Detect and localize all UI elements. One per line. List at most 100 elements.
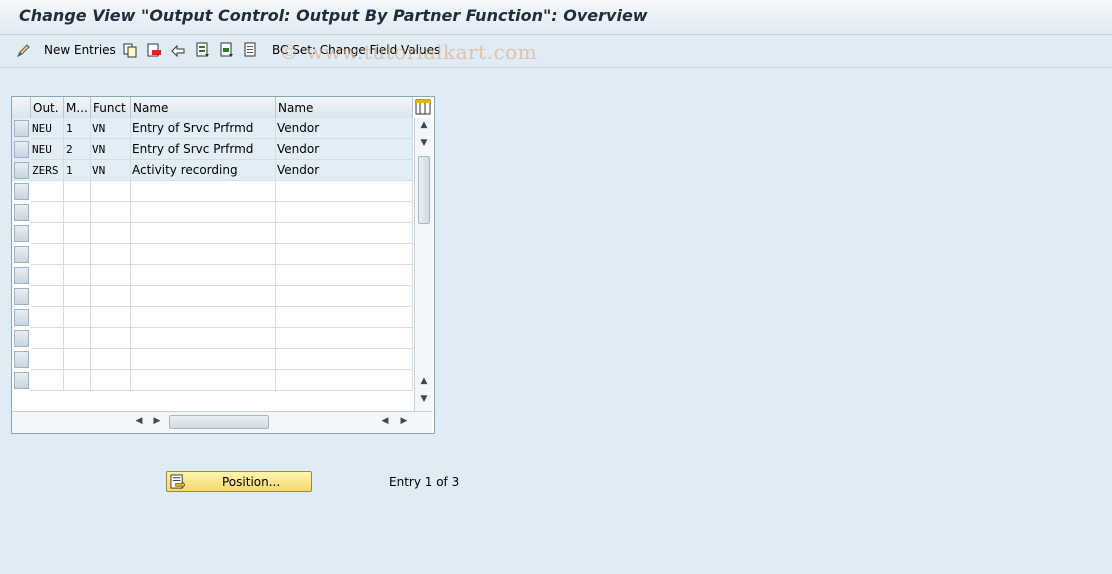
undo-change-icon[interactable] (170, 41, 186, 59)
row-selector[interactable] (14, 141, 29, 158)
select-block-icon[interactable] (219, 41, 235, 59)
delete-icon[interactable] (146, 41, 162, 59)
empty-cell[interactable] (131, 265, 276, 286)
empty-cell[interactable] (276, 223, 413, 244)
row-selector[interactable] (14, 330, 29, 347)
edit-pencil-icon[interactable] (16, 41, 32, 59)
empty-cell[interactable] (91, 328, 131, 349)
new-entries-button[interactable]: New Entries (44, 41, 116, 59)
scroll-page-down-icon[interactable]: ▼ (418, 394, 430, 404)
table-row-empty[interactable] (12, 202, 413, 223)
cell-function[interactable]: VN (91, 118, 131, 139)
row-selector[interactable] (14, 351, 29, 368)
row-selector[interactable] (14, 246, 29, 263)
empty-cell[interactable] (131, 307, 276, 328)
empty-cell[interactable] (131, 202, 276, 223)
empty-cell[interactable] (276, 244, 413, 265)
empty-cell[interactable] (91, 223, 131, 244)
empty-cell[interactable] (276, 370, 413, 391)
empty-cell[interactable] (31, 202, 64, 223)
table-row[interactable]: NEU 2 VN Entry of Srvc Prfrmd Vendor (12, 139, 413, 160)
empty-cell[interactable] (91, 286, 131, 307)
column-header-partner-name[interactable]: Name (276, 97, 413, 118)
empty-cell[interactable] (91, 370, 131, 391)
empty-cell[interactable] (91, 265, 131, 286)
column-header-medium[interactable]: M... (64, 97, 91, 118)
empty-cell[interactable] (91, 202, 131, 223)
empty-cell[interactable] (131, 328, 276, 349)
empty-cell[interactable] (64, 370, 91, 391)
cell-output-type[interactable]: NEU (31, 118, 64, 139)
cell-output-type[interactable]: NEU (31, 139, 64, 160)
empty-cell[interactable] (276, 307, 413, 328)
cell-output-type[interactable]: ZERS (31, 160, 64, 181)
table-row-empty[interactable] (12, 307, 413, 328)
column-header-output-type[interactable]: Out. (31, 97, 64, 118)
scroll-left-end-icon[interactable]: ◀ (379, 416, 391, 426)
row-selector[interactable] (14, 372, 29, 389)
row-selector[interactable] (14, 288, 29, 305)
empty-cell[interactable] (64, 223, 91, 244)
empty-cell[interactable] (64, 349, 91, 370)
vertical-scroll-thumb[interactable] (418, 156, 430, 224)
empty-cell[interactable] (64, 244, 91, 265)
empty-cell[interactable] (276, 202, 413, 223)
cell-medium[interactable]: 1 (64, 118, 91, 139)
table-row-empty[interactable] (12, 286, 413, 307)
table-row[interactable]: ZERS 1 VN Activity recording Vendor (12, 160, 413, 181)
table-row-empty[interactable] (12, 328, 413, 349)
scroll-down-icon[interactable]: ▼ (418, 138, 430, 148)
scroll-page-up-icon[interactable]: ▲ (418, 376, 430, 386)
empty-cell[interactable] (131, 349, 276, 370)
empty-cell[interactable] (131, 181, 276, 202)
horizontal-scroll-thumb[interactable] (169, 415, 269, 429)
empty-cell[interactable] (131, 223, 276, 244)
table-settings-icon[interactable] (415, 99, 431, 115)
row-selector[interactable] (14, 204, 29, 221)
table-row[interactable]: NEU 1 VN Entry of Srvc Prfrmd Vendor (12, 118, 413, 139)
select-all-rows-button[interactable] (12, 97, 31, 118)
scroll-left-icon[interactable]: ◀ (133, 416, 145, 426)
empty-cell[interactable] (31, 349, 64, 370)
empty-cell[interactable] (64, 328, 91, 349)
empty-cell[interactable] (131, 286, 276, 307)
row-selector[interactable] (14, 225, 29, 242)
empty-cell[interactable] (64, 202, 91, 223)
empty-cell[interactable] (31, 328, 64, 349)
empty-cell[interactable] (91, 307, 131, 328)
empty-cell[interactable] (276, 286, 413, 307)
table-row-empty[interactable] (12, 244, 413, 265)
empty-cell[interactable] (31, 244, 64, 265)
empty-cell[interactable] (31, 370, 64, 391)
table-row-empty[interactable] (12, 265, 413, 286)
empty-cell[interactable] (276, 349, 413, 370)
row-selector[interactable] (14, 183, 29, 200)
row-selector[interactable] (14, 162, 29, 179)
empty-cell[interactable] (64, 181, 91, 202)
vertical-scrollbar[interactable]: ▲ ▼ ▲ ▼ (414, 118, 433, 411)
empty-cell[interactable] (31, 265, 64, 286)
empty-cell[interactable] (31, 181, 64, 202)
empty-cell[interactable] (31, 286, 64, 307)
position-button[interactable]: Position... (166, 471, 312, 492)
row-selector[interactable] (14, 309, 29, 326)
empty-cell[interactable] (131, 244, 276, 265)
table-row-empty[interactable] (12, 349, 413, 370)
cell-medium[interactable]: 2 (64, 139, 91, 160)
table-row-empty[interactable] (12, 223, 413, 244)
cell-function[interactable]: VN (91, 160, 131, 181)
column-header-name[interactable]: Name (131, 97, 276, 118)
column-header-function[interactable]: Funct (91, 97, 131, 118)
empty-cell[interactable] (31, 307, 64, 328)
row-selector[interactable] (14, 267, 29, 284)
empty-cell[interactable] (91, 181, 131, 202)
copy-icon[interactable] (122, 41, 138, 59)
empty-cell[interactable] (131, 370, 276, 391)
cell-medium[interactable]: 1 (64, 160, 91, 181)
table-row-empty[interactable] (12, 370, 413, 391)
select-all-icon[interactable] (195, 41, 211, 59)
deselect-all-icon[interactable] (243, 41, 259, 59)
empty-cell[interactable] (64, 286, 91, 307)
table-row-empty[interactable] (12, 181, 413, 202)
empty-cell[interactable] (276, 328, 413, 349)
